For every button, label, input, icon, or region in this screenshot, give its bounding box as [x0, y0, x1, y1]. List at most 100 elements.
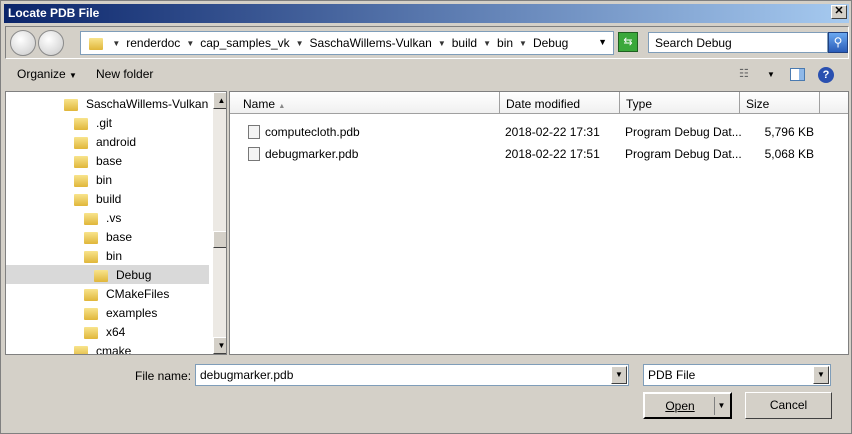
tree-item-label: base — [96, 154, 123, 168]
breadcrumb-item[interactable]: build — [452, 36, 477, 50]
tree-item[interactable]: Debug — [6, 265, 209, 284]
tree-item[interactable]: examples — [6, 303, 209, 322]
tree-item[interactable]: build — [6, 189, 209, 208]
tree-item-label: examples — [106, 306, 158, 320]
file-name-label: File name: — [135, 369, 192, 383]
file-type: Program Debug Dat... — [625, 125, 742, 139]
file-size: 5,796 KB — [764, 125, 814, 139]
folder-tree: SaschaWillems-Vulkan .git android base bin bu… — [5, 91, 227, 355]
back-button[interactable] — [10, 30, 36, 56]
column-type[interactable]: Type — [620, 92, 740, 114]
tree-item-label: bin — [96, 173, 113, 187]
folder-icon — [74, 117, 88, 130]
tree-item[interactable]: SaschaWillems-Vulkan — [6, 94, 209, 113]
search-input[interactable]: Search Debug — [648, 32, 828, 53]
tree-item-label: base — [106, 230, 133, 244]
folder-icon — [94, 269, 108, 282]
file-size: 5,068 KB — [764, 147, 814, 161]
tree-item[interactable]: bin — [6, 246, 209, 265]
address-dropdown-icon[interactable]: ▼ — [598, 37, 607, 47]
tree-item-label: x64 — [106, 325, 126, 339]
folder-icon — [84, 231, 98, 244]
breadcrumb-arrow-icon[interactable]: ▼ — [296, 39, 304, 48]
new-folder-button[interactable]: New folder — [96, 67, 153, 81]
tree-item-label: CMakeFiles — [106, 287, 170, 301]
forward-button[interactable] — [38, 30, 64, 56]
file-type: Program Debug Dat... — [625, 147, 742, 161]
file-name-input[interactable]: debugmarker.pdb ▼ — [195, 364, 629, 386]
tree-item[interactable]: base — [6, 227, 209, 246]
locate-pdb-dialog: Locate PDB File ✕ ▼ renderdoc ▼ cap_samples… — [0, 0, 852, 434]
tree-item[interactable]: CMakeFiles — [6, 284, 209, 303]
column-filler — [820, 92, 848, 114]
breadcrumb-item[interactable]: SaschaWillems-Vulkan — [310, 36, 432, 50]
file-name: computecloth.pdb — [265, 125, 360, 139]
breadcrumb-arrow-icon[interactable]: ▼ — [438, 39, 446, 48]
breadcrumb-item[interactable]: bin — [497, 36, 513, 50]
tree-item[interactable]: cmake — [6, 341, 209, 355]
tree-item[interactable]: bin — [6, 170, 209, 189]
folder-icon — [74, 174, 88, 187]
column-size[interactable]: Size — [740, 92, 820, 114]
organize-label: Organize — [17, 67, 66, 81]
address-bar[interactable]: ▼ renderdoc ▼ cap_samples_vk ▼ SaschaWillems-… — [80, 31, 614, 55]
file-name-dropdown-icon[interactable]: ▼ — [611, 366, 627, 384]
tree-item-label: .vs — [106, 211, 122, 225]
folder-icon — [64, 98, 78, 111]
open-label: Open — [665, 399, 695, 413]
folder-icon — [84, 326, 98, 339]
cancel-button[interactable]: Cancel — [745, 392, 832, 419]
breadcrumb-item[interactable]: renderdoc — [126, 36, 180, 50]
breadcrumb-arrow-icon[interactable]: ▼ — [519, 39, 527, 48]
folder-icon — [84, 212, 98, 225]
file-date: 2018-02-22 17:31 — [505, 125, 600, 139]
file-type-value: PDB File — [648, 368, 696, 382]
file-row[interactable]: computecloth.pdb 2018-02-22 17:31 Program … — [230, 122, 830, 142]
column-name[interactable]: Name ▲ — [230, 92, 500, 114]
close-button[interactable]: ✕ — [831, 5, 847, 19]
breadcrumb-arrow-icon[interactable]: ▼ — [186, 39, 194, 48]
tree-scrollbar[interactable]: ▲ ▼ — [213, 92, 226, 354]
column-date[interactable]: Date modified — [500, 92, 620, 114]
breadcrumb-arrow-icon[interactable]: ▼ — [483, 39, 491, 48]
tree-item[interactable]: .vs — [6, 208, 209, 227]
folder-icon — [74, 345, 88, 354]
folder-icon — [74, 193, 88, 206]
file-row[interactable]: debugmarker.pdb 2018-02-22 17:51 Program D… — [230, 144, 830, 164]
search-icon[interactable]: ⚲ — [828, 32, 848, 53]
pdb-file-icon — [248, 147, 260, 161]
tree-item[interactable]: x64 — [6, 322, 209, 341]
preview-pane-icon[interactable] — [790, 68, 805, 81]
scroll-up-button[interactable]: ▲ — [213, 92, 226, 109]
tree-item[interactable]: android — [6, 132, 209, 151]
open-button[interactable]: Open ▼ — [643, 392, 732, 419]
organize-button[interactable]: Organize ▼ — [17, 67, 77, 81]
view-dropdown-icon[interactable]: ▼ — [767, 70, 775, 79]
file-name-value: debugmarker.pdb — [200, 368, 294, 382]
tree-item-label: build — [96, 192, 122, 206]
file-date: 2018-02-22 17:51 — [505, 147, 600, 161]
folder-icon — [84, 307, 98, 320]
view-list-icon[interactable]: ☷ — [739, 67, 749, 80]
tree-item[interactable]: .git — [6, 113, 209, 132]
refresh-button[interactable]: ⇆ — [618, 32, 638, 52]
title-bar: Locate PDB File — [4, 4, 849, 23]
breadcrumb-item[interactable]: Debug — [533, 36, 568, 50]
folder-icon — [74, 155, 88, 168]
tree-item-label: Debug — [116, 268, 152, 282]
tree-item-label: .git — [96, 116, 113, 130]
folder-icon — [84, 288, 98, 301]
tree-item[interactable]: base — [6, 151, 209, 170]
tree-item-label: cmake — [96, 344, 132, 355]
file-type-select[interactable]: PDB File ▼ — [643, 364, 831, 386]
help-icon[interactable]: ? — [818, 67, 834, 83]
navigation-bar: ▼ renderdoc ▼ cap_samples_vk ▼ SaschaWillems-… — [5, 26, 849, 59]
scroll-down-button[interactable]: ▼ — [213, 337, 226, 354]
pdb-file-icon — [248, 125, 260, 139]
breadcrumb-arrow-icon[interactable]: ▼ — [112, 39, 120, 48]
breadcrumb-item[interactable]: cap_samples_vk — [200, 36, 289, 50]
open-dropdown-icon[interactable]: ▼ — [714, 397, 728, 415]
scroll-thumb[interactable] — [213, 231, 226, 248]
file-type-dropdown-icon[interactable]: ▼ — [813, 366, 829, 384]
column-name-label: Name — [243, 97, 276, 111]
